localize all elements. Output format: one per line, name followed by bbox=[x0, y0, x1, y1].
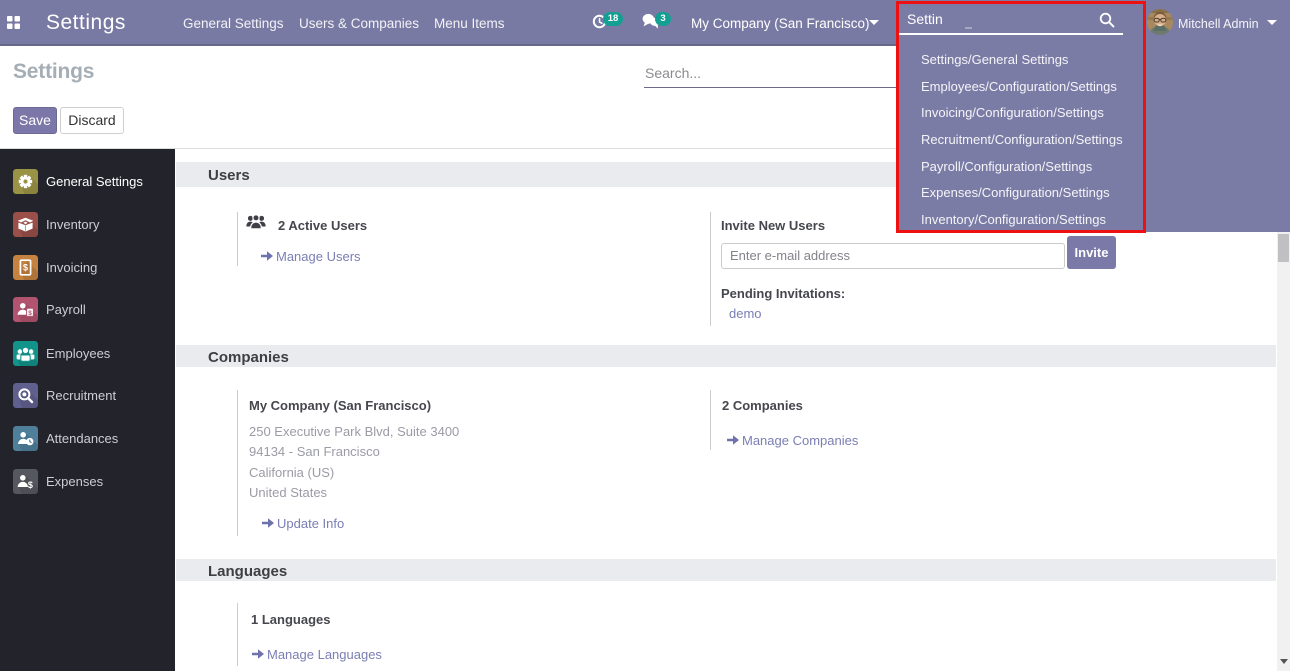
svg-text:$: $ bbox=[23, 263, 28, 273]
svg-text:$: $ bbox=[28, 310, 32, 317]
svg-text:$: $ bbox=[28, 480, 33, 490]
